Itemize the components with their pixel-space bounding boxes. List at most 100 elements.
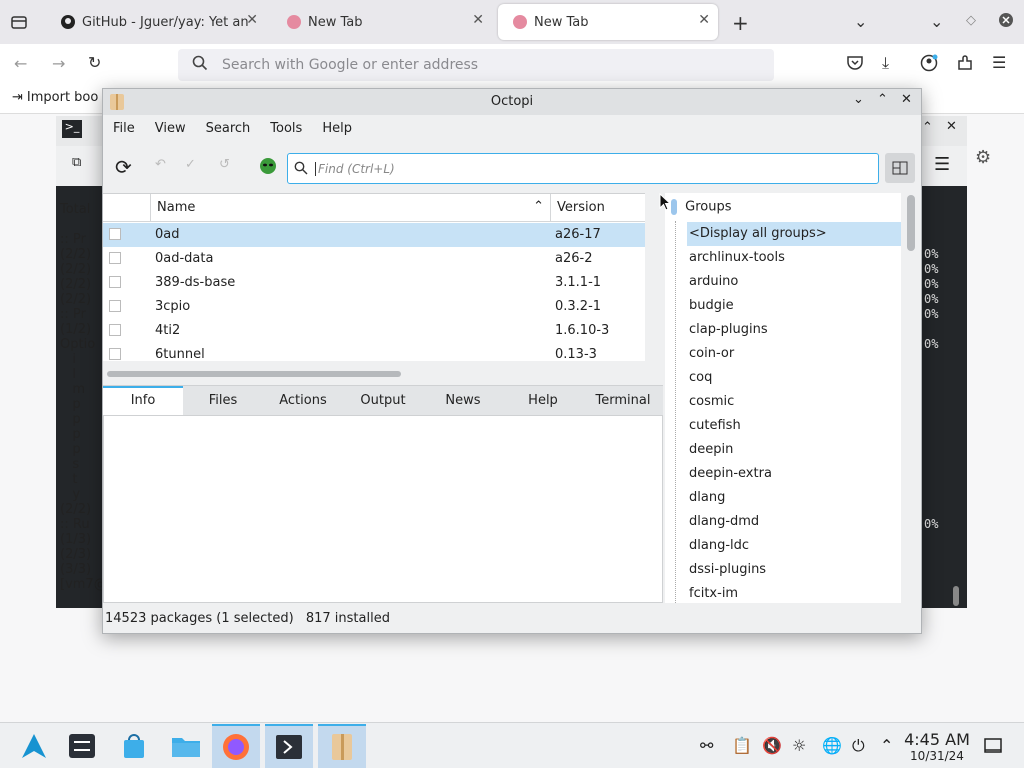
group-item[interactable]: dlang-ldc bbox=[687, 534, 901, 558]
column-header-name[interactable]: Name ⌃ bbox=[151, 194, 551, 222]
menu-search[interactable]: Search bbox=[196, 117, 261, 143]
group-item[interactable]: fcitx-im bbox=[687, 582, 901, 603]
tab-new-tab-1[interactable]: New Tab ✕ bbox=[272, 4, 492, 40]
tab-info[interactable]: Info bbox=[103, 386, 183, 415]
group-item[interactable]: dssi-plugins bbox=[687, 558, 901, 582]
chevron-down-icon[interactable]: ⌄ bbox=[854, 12, 867, 31]
pocket-icon[interactable] bbox=[846, 55, 864, 75]
tab-new-tab-2[interactable]: New Tab ✕ bbox=[498, 4, 718, 40]
url-bar[interactable]: Search with Google or enter address bbox=[178, 49, 774, 81]
menu-view[interactable]: View bbox=[145, 117, 196, 143]
import-bookmarks-button[interactable]: ⇥ Import boo bbox=[12, 90, 98, 105]
group-item[interactable]: clap-plugins bbox=[687, 318, 901, 342]
clock[interactable]: 4:45 AM 10/31/24 bbox=[900, 730, 974, 763]
clipboard-icon[interactable]: 📋 bbox=[732, 736, 752, 755]
chevron-down-icon[interactable]: ⌄ bbox=[930, 12, 943, 31]
tab-list-icon[interactable] bbox=[10, 13, 28, 35]
splitter-handle[interactable] bbox=[671, 199, 677, 215]
close-icon[interactable]: ✕ bbox=[946, 119, 957, 134]
menu-file[interactable]: File bbox=[103, 117, 145, 143]
import-bookmarks-label: Import boo bbox=[26, 90, 99, 105]
folder-icon bbox=[172, 738, 200, 757]
group-item[interactable]: deepin-extra bbox=[687, 462, 901, 486]
alien-icon[interactable] bbox=[259, 157, 277, 179]
package-status-icon bbox=[109, 348, 121, 360]
horizontal-scrollbar[interactable] bbox=[107, 371, 401, 377]
taskbar-settings[interactable] bbox=[58, 724, 106, 768]
chevron-up-icon[interactable]: ⌃ bbox=[880, 736, 893, 755]
package-status-icon bbox=[109, 276, 121, 288]
close-icon[interactable]: ✕ bbox=[901, 92, 912, 107]
menu-tools[interactable]: Tools bbox=[260, 117, 312, 143]
group-item[interactable]: budgie bbox=[687, 294, 901, 318]
find-input[interactable]: Find (Ctrl+L) bbox=[287, 153, 879, 184]
maximize-icon[interactable]: ◇ bbox=[966, 13, 976, 28]
forward-icon[interactable]: → bbox=[52, 54, 65, 73]
sync-icon[interactable]: ⟳ bbox=[115, 155, 132, 179]
table-row[interactable]: 389-ds-base 3.1.1-1 bbox=[103, 271, 645, 295]
column-header-version[interactable]: Version bbox=[551, 194, 645, 222]
hamburger-menu-icon[interactable]: ☰ bbox=[934, 154, 950, 175]
tab-files[interactable]: Files bbox=[183, 386, 263, 415]
column-header-status[interactable] bbox=[103, 194, 151, 222]
group-item[interactable]: dlang bbox=[687, 486, 901, 510]
brightness-icon[interactable]: ☼ bbox=[792, 736, 806, 755]
menu-icon[interactable]: ☰ bbox=[992, 53, 1006, 72]
status-bar: 14523 packages (1 selected) 817 installe… bbox=[103, 603, 921, 633]
close-tab-icon[interactable]: ✕ bbox=[698, 12, 710, 28]
power-icon[interactable]: ⏻ bbox=[852, 736, 865, 756]
table-row[interactable]: 6tunnel 0.13-3 bbox=[103, 343, 645, 361]
taskbar-terminal[interactable] bbox=[265, 724, 313, 768]
group-item[interactable]: cutefish bbox=[687, 414, 901, 438]
chevron-up-icon[interactable]: ⌃ bbox=[922, 120, 933, 135]
panel-layout-icon[interactable] bbox=[885, 153, 915, 183]
minimize-icon[interactable]: ⌄ bbox=[853, 92, 864, 107]
group-item[interactable]: deepin bbox=[687, 438, 901, 462]
group-item[interactable]: archlinux-tools bbox=[687, 246, 901, 270]
taskbar-discover[interactable] bbox=[110, 724, 158, 768]
volume-muted-icon[interactable]: 🔇 bbox=[762, 736, 782, 755]
account-icon[interactable] bbox=[920, 54, 938, 76]
taskbar-file-manager[interactable] bbox=[162, 724, 210, 768]
tab-output[interactable]: Output bbox=[343, 386, 423, 415]
table-row[interactable]: 0ad a26-17 bbox=[103, 223, 645, 247]
extensions-icon[interactable] bbox=[956, 54, 974, 76]
back-icon[interactable]: ← bbox=[14, 54, 27, 73]
menu-help[interactable]: Help bbox=[312, 117, 362, 143]
terminal-scrollbar[interactable] bbox=[953, 586, 959, 606]
tab-help[interactable]: Help bbox=[503, 386, 583, 415]
package-status-icon bbox=[109, 300, 121, 312]
group-item[interactable]: arduino bbox=[687, 270, 901, 294]
close-tab-icon[interactable]: ✕ bbox=[472, 12, 484, 28]
settings-gear-icon[interactable]: ⚙ bbox=[975, 147, 991, 168]
tab-news[interactable]: News bbox=[423, 386, 503, 415]
download-icon[interactable]: ⤓ bbox=[882, 53, 889, 73]
app-launcher-button[interactable] bbox=[10, 724, 58, 768]
vertical-scrollbar[interactable] bbox=[907, 195, 915, 251]
window-title: Octopi bbox=[490, 94, 534, 109]
group-item[interactable]: coin-or bbox=[687, 342, 901, 366]
taskbar-firefox[interactable] bbox=[212, 724, 260, 768]
network-share-icon[interactable]: ⚯ bbox=[700, 736, 713, 755]
taskbar-octopi[interactable] bbox=[318, 724, 366, 768]
table-row[interactable]: 3cpio 0.3.2-1 bbox=[103, 295, 645, 319]
close-window-icon[interactable] bbox=[998, 12, 1014, 32]
show-desktop-icon[interactable] bbox=[984, 738, 1002, 758]
maximize-icon[interactable]: ⌃ bbox=[877, 92, 888, 107]
tab-actions[interactable]: Actions bbox=[263, 386, 343, 415]
table-row[interactable]: 0ad-data a26-2 bbox=[103, 247, 645, 271]
table-row[interactable]: 4ti2 1.6.10-3 bbox=[103, 319, 645, 343]
group-item[interactable]: dlang-dmd bbox=[687, 510, 901, 534]
group-item[interactable]: coq bbox=[687, 366, 901, 390]
new-tab-icon[interactable]: ⧉ bbox=[72, 155, 81, 170]
close-tab-icon[interactable]: ✕ bbox=[246, 12, 258, 28]
tab-terminal[interactable]: Terminal bbox=[583, 386, 663, 415]
package-status-icon bbox=[109, 252, 121, 264]
network-icon[interactable]: 🌐 bbox=[822, 736, 842, 755]
new-tab-button[interactable]: + bbox=[732, 11, 749, 35]
tab-label: New Tab bbox=[534, 14, 589, 30]
group-item[interactable]: <Display all groups> bbox=[687, 222, 901, 246]
reload-icon[interactable]: ↻ bbox=[88, 53, 101, 72]
tab-github[interactable]: GitHub - Jguer/yay: Yet an ✕ bbox=[46, 4, 266, 40]
group-item[interactable]: cosmic bbox=[687, 390, 901, 414]
